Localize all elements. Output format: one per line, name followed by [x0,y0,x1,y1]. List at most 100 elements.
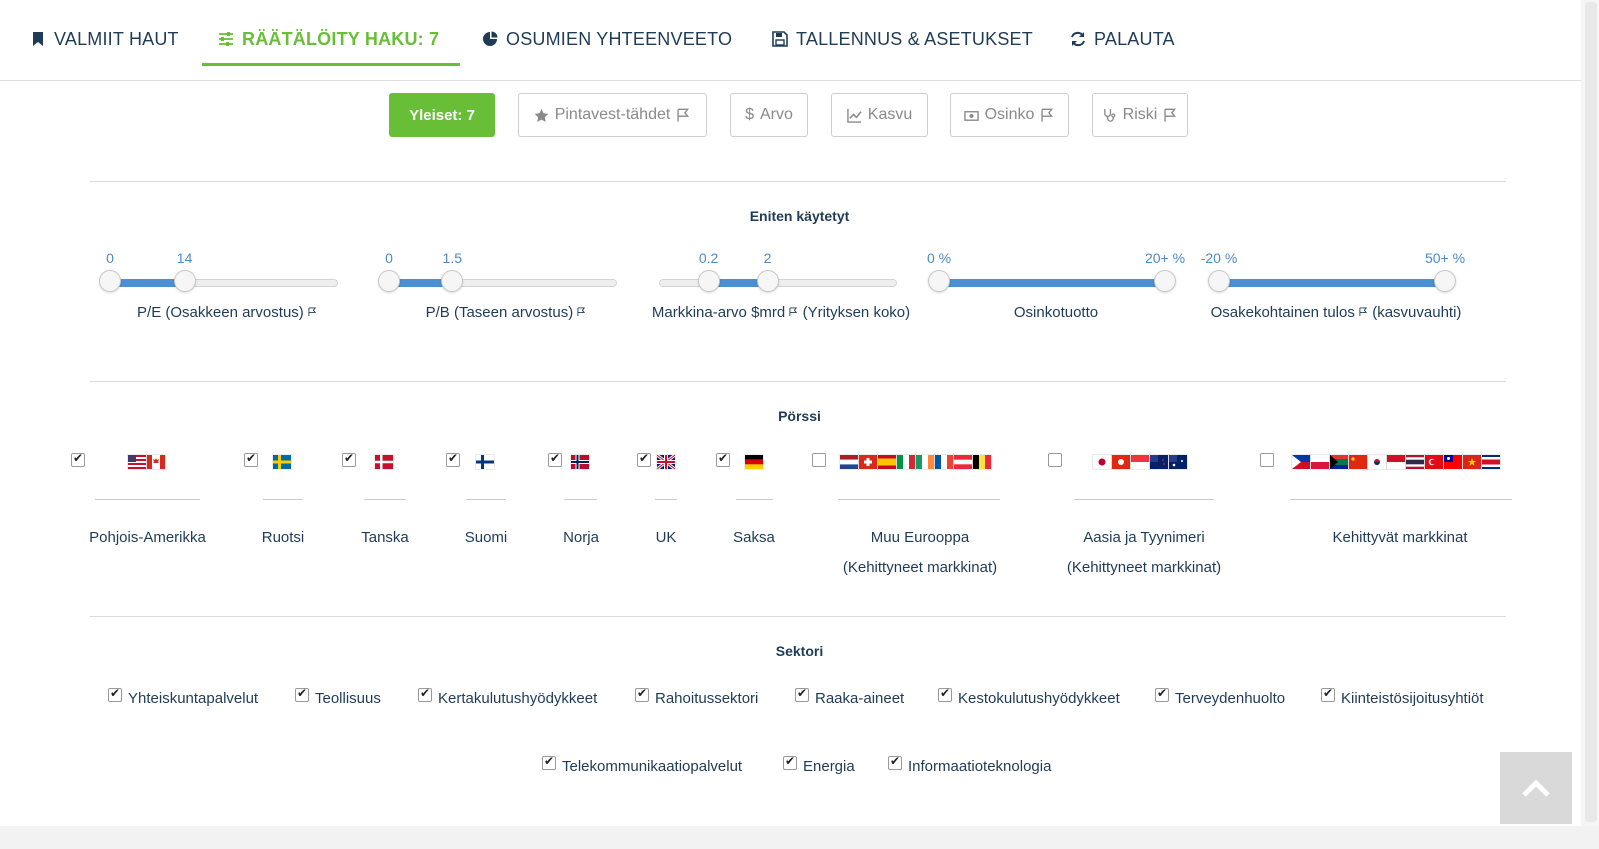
kasvu-button[interactable]: Kasvu [831,93,928,137]
sector-checkbox[interactable] [1155,686,1169,702]
exchange-underline [466,499,506,500]
sector-checkbox[interactable] [1321,686,1335,702]
exchange-underline [564,499,597,500]
flag-ca-icon [147,455,165,474]
button-label: Pintavest-tähdet [554,106,671,123]
sector-option[interactable]: Terveydenhuolto [1155,686,1285,707]
slider-handle-high[interactable] [756,270,779,292]
slider-min-value: -20 % [1200,250,1238,266]
sector-label: Informaatioteknologia [908,758,1052,775]
scrollbar-thumb[interactable] [1585,2,1597,822]
exchange-checkbox[interactable] [446,451,460,467]
sector-option[interactable]: Informaatioteknologia [888,754,1052,775]
sector-checkbox[interactable] [783,754,797,770]
exchange-checkbox[interactable] [812,453,826,467]
sector-label: Energia [803,758,855,775]
exchange-underline [1074,499,1214,500]
section-title-sector: Sektori [775,643,824,659]
flag-pl-icon [1311,455,1329,474]
exchange-checkbox[interactable] [71,451,85,467]
star-icon [534,108,548,122]
slider-handle-low[interactable] [928,270,950,292]
sector-option[interactable]: Kiinteistösijoitusyhtiöt [1321,686,1484,707]
exchange-checkbox[interactable] [342,451,356,467]
sector-option[interactable]: Teollisuus [295,686,381,707]
slider-min-value: 0 [106,250,114,266]
sector-option[interactable]: Raaka-aineet [795,686,904,707]
slider-handle-high[interactable] [1434,270,1456,292]
exchange-checkbox[interactable] [1048,453,1062,467]
flag-cn-icon [1349,455,1367,474]
money-icon [963,110,979,121]
sliders-icon [219,32,233,46]
tab-tallennus-asetukset[interactable]: TALLENNUS & ASETUKSET [772,24,1033,54]
line-chart-icon [847,108,862,123]
sector-option[interactable]: Kertakulutushyödykkeet [418,686,598,707]
sector-checkbox[interactable] [418,686,432,702]
exchange-checkbox[interactable] [1260,453,1274,467]
slider-max-value: 1.5 [442,250,462,266]
back-to-top-button[interactable] [1500,752,1572,824]
sector-option[interactable]: Telekommunikaatiopalvelut [542,754,742,775]
slider-handle-low[interactable] [1208,270,1230,292]
sector-option[interactable]: Energia [783,754,855,775]
flag-kr-icon [1368,455,1386,474]
tab-osumien-yhteenveeto[interactable]: OSUMIEN YHTEENVEETO [482,24,732,54]
active-tab-indicator [202,63,460,66]
arvo-button[interactable]: $ Arvo [730,93,808,137]
slider-handle-high[interactable] [1154,270,1176,292]
exchange-flags [657,455,675,474]
sector-checkbox[interactable] [938,686,952,702]
slider-handle-low[interactable] [697,270,720,292]
sector-checkbox[interactable] [888,754,902,770]
sector-option[interactable]: Kestokulutushyödykkeet [938,686,1120,707]
exchange-checkbox[interactable] [548,451,562,467]
pintavest-tahdet-button[interactable]: Pintavest-tähdet [518,93,707,137]
range-slider[interactable]: 0 14 P/E (Osakkeen arvostus) [99,250,350,360]
sector-checkbox[interactable] [108,686,122,702]
sector-label: Kiinteistösijoitusyhtiöt [1341,690,1484,707]
flag-ph-icon [1292,455,1310,474]
exchange-checkbox[interactable] [637,451,651,467]
range-slider[interactable]: -20 % 50+ % Osakekohtainen tulos (kasvuvau… [1201,250,1465,360]
tab-label: PALAUTA [1094,28,1175,49]
range-slider[interactable]: 0 % 20+ % Osinkotuotto [927,250,1185,360]
range-slider[interactable]: 0.2 2 Markkina-arvo $mrd (Yrityksen koko) [652,250,910,360]
sector-checkbox[interactable] [295,686,309,702]
page-scrollbar[interactable] [1581,0,1599,826]
sector-label: Kertakulutushyödykkeet [438,690,598,707]
sector-checkbox[interactable] [795,686,809,702]
tab-palauta[interactable]: PALAUTA [1070,24,1175,54]
range-slider[interactable]: 0 1.5 P/B (Taseen arvostus) [378,250,629,360]
sector-option[interactable]: Yhteiskuntapalvelut [108,686,258,707]
slider-handle-low[interactable] [378,270,400,292]
osinko-button[interactable]: Osinko [950,93,1069,137]
slider-handle-high[interactable] [173,270,196,292]
tab-label: VALMIIT HAUT [54,28,179,49]
tab-valmiit-haut[interactable]: VALMIIT HAUT [30,24,179,54]
exchange-flags [1093,455,1187,474]
riski-button[interactable]: Riski [1092,93,1188,137]
flag-nz-icon [1150,455,1168,474]
flag-us-icon [128,455,146,474]
exchange-underline [95,499,200,500]
flag-ie-icon [916,455,934,474]
yleiset-button[interactable]: Yleiset: 7 [389,93,495,137]
sector-option[interactable]: Rahoitussektori [635,686,758,707]
exchange-underline [1290,499,1512,500]
dollar-icon: $ [745,106,754,123]
slider-min-value: 0.2 [698,250,719,266]
tab-raataloity-haku[interactable]: RÄÄTÄLÖITY HAKU: 7 [218,24,439,54]
slider-handle-high[interactable] [441,270,464,292]
exchange-name: Suomi [464,529,508,546]
sector-checkbox[interactable] [635,686,649,702]
sector-checkbox[interactable] [542,754,556,770]
button-label: Kasvu [867,106,913,123]
flag-it-icon [897,455,915,474]
slider-handle-low[interactable] [99,270,121,292]
exchange-checkbox[interactable] [716,451,730,467]
exchange-checkbox[interactable] [244,451,258,467]
divider [90,381,1506,382]
exchange-flags [745,455,763,474]
exchange-name: Kehittyvät markkinat [1332,529,1468,546]
